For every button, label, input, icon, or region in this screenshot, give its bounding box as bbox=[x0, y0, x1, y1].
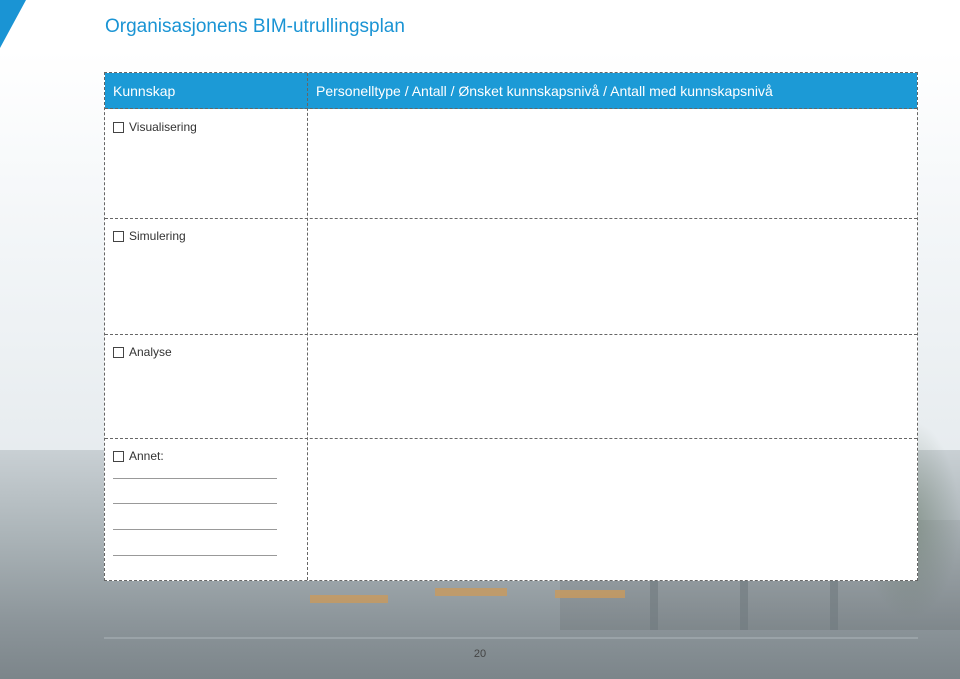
row-label: Simulering bbox=[129, 229, 186, 243]
row-label: Analyse bbox=[129, 345, 172, 359]
checkbox-icon[interactable] bbox=[113, 346, 124, 358]
checkbox-icon[interactable] bbox=[113, 230, 124, 242]
corner-triangle-decoration bbox=[0, 0, 26, 48]
row-annet[interactable]: Annet: bbox=[113, 449, 164, 463]
page-title: Organisasjonens BIM-utrullingsplan bbox=[105, 16, 405, 37]
checkbox-icon[interactable] bbox=[113, 450, 124, 462]
header-personnel-label: Personelltype / Antall / Ønsket kunnskap… bbox=[316, 83, 773, 99]
background-post bbox=[740, 580, 748, 630]
row-label: Visualisering bbox=[129, 120, 197, 134]
background-post bbox=[830, 580, 838, 630]
column-divider bbox=[307, 73, 308, 580]
background-bench bbox=[310, 595, 388, 603]
row-label: Annet: bbox=[129, 449, 164, 463]
knowledge-table: Kunnskap Personelltype / Antall / Ønsket… bbox=[104, 72, 918, 581]
write-in-line[interactable] bbox=[113, 555, 277, 556]
row-visualisering[interactable]: Visualisering bbox=[113, 120, 197, 134]
background-post bbox=[650, 580, 658, 630]
background-bench bbox=[435, 588, 507, 596]
header-knowledge-label: Kunnskap bbox=[113, 83, 176, 99]
row-analyse[interactable]: Analyse bbox=[113, 345, 172, 359]
write-in-line[interactable] bbox=[113, 503, 277, 504]
page-number: 20 bbox=[473, 648, 487, 660]
row-divider bbox=[105, 334, 917, 335]
footer-rule bbox=[104, 637, 918, 639]
write-in-line[interactable] bbox=[113, 478, 277, 479]
table-header: Kunnskap Personelltype / Antall / Ønsket… bbox=[105, 73, 917, 109]
background-bench bbox=[555, 590, 625, 598]
row-divider bbox=[105, 218, 917, 219]
row-simulering[interactable]: Simulering bbox=[113, 229, 186, 243]
write-in-line[interactable] bbox=[113, 529, 277, 530]
row-divider bbox=[105, 438, 917, 439]
checkbox-icon[interactable] bbox=[113, 121, 124, 133]
